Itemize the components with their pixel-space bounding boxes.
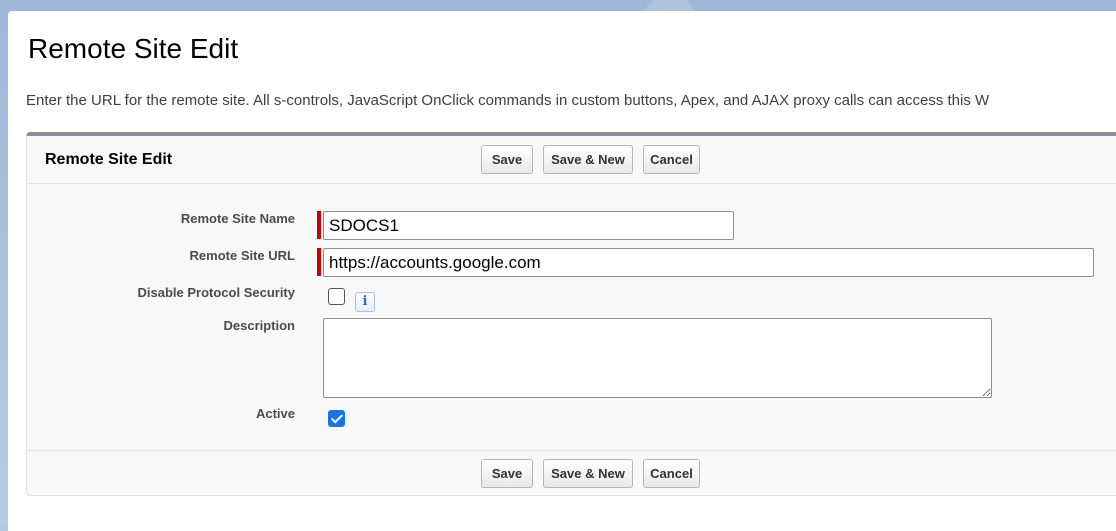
edit-block: Remote Site Edit Save Save & New Cancel …: [26, 132, 1116, 496]
top-button-row: Save Save & New Cancel: [481, 145, 700, 174]
cancel-button[interactable]: Cancel: [643, 459, 700, 488]
description-textarea[interactable]: [323, 318, 992, 398]
cancel-button[interactable]: Cancel: [643, 145, 700, 174]
block-title: Remote Site Edit: [45, 151, 173, 168]
remote-site-url-input[interactable]: [323, 248, 1094, 277]
save-button[interactable]: Save: [481, 145, 533, 174]
active-checkbox[interactable]: [328, 410, 345, 427]
remote-site-name-input[interactable]: [323, 211, 734, 240]
bottom-button-row: Save Save & New Cancel: [481, 459, 700, 488]
save-and-new-button[interactable]: Save & New: [543, 459, 633, 488]
remote-site-name-label: Remote Site Name: [180, 211, 295, 226]
page-description: Enter the URL for the remote site. All s…: [26, 92, 990, 109]
remote-site-url-label: Remote Site URL: [189, 248, 295, 263]
block-header: Remote Site Edit Save Save & New Cancel: [27, 136, 1116, 184]
description-label: Description: [223, 318, 295, 333]
block-footer: Save Save & New Cancel: [27, 450, 1116, 495]
disable-protocol-security-label: Disable Protocol Security: [137, 285, 296, 300]
required-indicator: [317, 248, 321, 276]
save-button[interactable]: Save: [481, 459, 533, 488]
page-container: Remote Site Edit Enter the URL for the r…: [8, 11, 1116, 531]
page-title: Remote Site Edit: [28, 33, 239, 64]
disable-protocol-security-checkbox[interactable]: [328, 288, 345, 305]
save-and-new-button[interactable]: Save & New: [543, 145, 633, 174]
info-icon[interactable]: i: [355, 292, 375, 312]
required-indicator: [317, 211, 321, 239]
active-label: Active: [255, 406, 295, 421]
